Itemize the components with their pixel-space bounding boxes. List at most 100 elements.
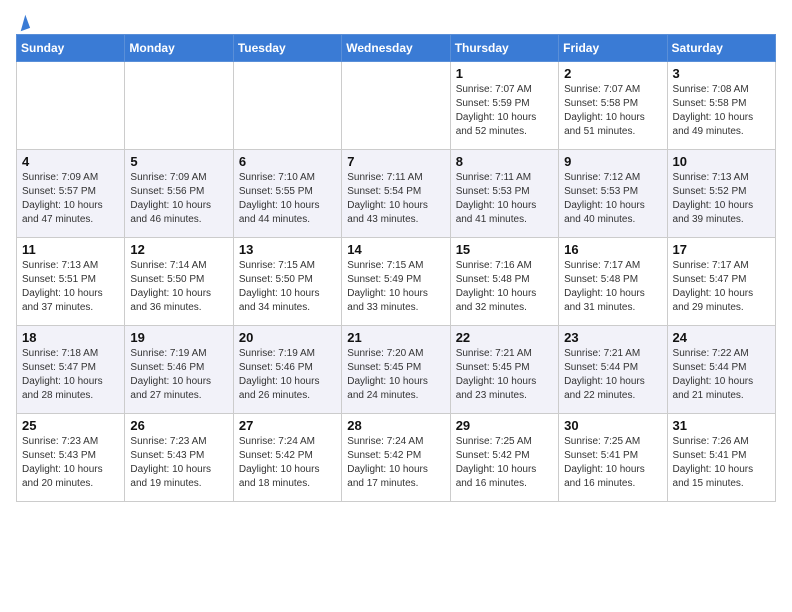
calendar-cell: 17 Sunrise: 7:17 AMSunset: 5:47 PMDayligh…: [667, 238, 775, 326]
day-info: Sunrise: 7:17 AMSunset: 5:48 PMDaylight:…: [564, 259, 661, 315]
day-number: 8: [456, 154, 553, 169]
weekday-header-sunday: Sunday: [17, 35, 125, 62]
day-number: 23: [564, 330, 661, 345]
day-number: 14: [347, 242, 444, 257]
calendar-cell: 21 Sunrise: 7:20 AMSunset: 5:45 PMDayligh…: [342, 326, 450, 414]
calendar-cell: 2 Sunrise: 7:07 AMSunset: 5:58 PMDaylight…: [559, 62, 667, 150]
calendar-cell: 5 Sunrise: 7:09 AMSunset: 5:56 PMDaylight…: [125, 150, 233, 238]
calendar-cell: [125, 62, 233, 150]
day-info: Sunrise: 7:26 AMSunset: 5:41 PMDaylight:…: [673, 435, 770, 491]
day-number: 28: [347, 418, 444, 433]
calendar-cell: 13 Sunrise: 7:15 AMSunset: 5:50 PMDayligh…: [233, 238, 341, 326]
day-info: Sunrise: 7:20 AMSunset: 5:45 PMDaylight:…: [347, 347, 444, 403]
day-info: Sunrise: 7:24 AMSunset: 5:42 PMDaylight:…: [347, 435, 444, 491]
day-number: 26: [130, 418, 227, 433]
calendar-cell: 29Sunrise: 7:25 AMSunset: 5:42 PMDayligh…: [450, 414, 558, 502]
day-number: 1: [456, 66, 553, 81]
calendar-cell: 7 Sunrise: 7:11 AMSunset: 5:54 PMDaylight…: [342, 150, 450, 238]
day-number: 29: [456, 418, 553, 433]
calendar-cell: [342, 62, 450, 150]
day-info: Sunrise: 7:15 AMSunset: 5:49 PMDaylight:…: [347, 259, 444, 315]
day-number: 4: [22, 154, 119, 169]
weekday-header-friday: Friday: [559, 35, 667, 62]
day-info: Sunrise: 7:12 AMSunset: 5:53 PMDaylight:…: [564, 171, 661, 227]
calendar-cell: 16 Sunrise: 7:17 AMSunset: 5:48 PMDayligh…: [559, 238, 667, 326]
day-info: Sunrise: 7:16 AMSunset: 5:48 PMDaylight:…: [456, 259, 553, 315]
calendar-cell: 26 Sunrise: 7:23 AMSunset: 5:43 PMDayligh…: [125, 414, 233, 502]
day-number: 19: [130, 330, 227, 345]
day-number: 3: [673, 66, 770, 81]
calendar-cell: 23 Sunrise: 7:21 AMSunset: 5:44 PMDayligh…: [559, 326, 667, 414]
day-info: Sunrise: 7:25 AMSunset: 5:41 PMDaylight:…: [564, 435, 661, 491]
day-info: Sunrise: 7:13 AMSunset: 5:51 PMDaylight:…: [22, 259, 119, 315]
logo-bird-icon: [16, 15, 30, 32]
day-info: Sunrise: 7:09 AMSunset: 5:56 PMDaylight:…: [130, 171, 227, 227]
day-number: 22: [456, 330, 553, 345]
calendar-cell: 10Sunrise: 7:13 AMSunset: 5:52 PMDayligh…: [667, 150, 775, 238]
calendar-cell: 14 Sunrise: 7:15 AMSunset: 5:49 PMDayligh…: [342, 238, 450, 326]
calendar-cell: 22 Sunrise: 7:21 AMSunset: 5:45 PMDayligh…: [450, 326, 558, 414]
weekday-header-saturday: Saturday: [667, 35, 775, 62]
day-number: 17: [673, 242, 770, 257]
day-number: 9: [564, 154, 661, 169]
day-info: Sunrise: 7:24 AMSunset: 5:42 PMDaylight:…: [239, 435, 336, 491]
calendar-cell: 4 Sunrise: 7:09 AMSunset: 5:57 PMDaylight…: [17, 150, 125, 238]
day-number: 21: [347, 330, 444, 345]
day-info: Sunrise: 7:21 AMSunset: 5:45 PMDaylight:…: [456, 347, 553, 403]
logo: [16, 16, 28, 26]
day-info: Sunrise: 7:23 AMSunset: 5:43 PMDaylight:…: [130, 435, 227, 491]
calendar-cell: [17, 62, 125, 150]
day-number: 16: [564, 242, 661, 257]
day-info: Sunrise: 7:18 AMSunset: 5:47 PMDaylight:…: [22, 347, 119, 403]
day-number: 11: [22, 242, 119, 257]
day-info: Sunrise: 7:08 AMSunset: 5:58 PMDaylight:…: [673, 83, 770, 139]
day-info: Sunrise: 7:11 AMSunset: 5:53 PMDaylight:…: [456, 171, 553, 227]
calendar-cell: 19 Sunrise: 7:19 AMSunset: 5:46 PMDayligh…: [125, 326, 233, 414]
day-number: 6: [239, 154, 336, 169]
day-number: 20: [239, 330, 336, 345]
calendar-cell: 8 Sunrise: 7:11 AMSunset: 5:53 PMDaylight…: [450, 150, 558, 238]
calendar-table: SundayMondayTuesdayWednesdayThursdayFrid…: [16, 34, 776, 502]
weekday-header-thursday: Thursday: [450, 35, 558, 62]
calendar-cell: 27 Sunrise: 7:24 AMSunset: 5:42 PMDayligh…: [233, 414, 341, 502]
day-info: Sunrise: 7:19 AMSunset: 5:46 PMDaylight:…: [239, 347, 336, 403]
day-number: 2: [564, 66, 661, 81]
day-number: 10: [673, 154, 770, 169]
day-info: Sunrise: 7:21 AMSunset: 5:44 PMDaylight:…: [564, 347, 661, 403]
calendar-cell: 9 Sunrise: 7:12 AMSunset: 5:53 PMDaylight…: [559, 150, 667, 238]
calendar-cell: 28 Sunrise: 7:24 AMSunset: 5:42 PMDayligh…: [342, 414, 450, 502]
header: [16, 16, 776, 26]
day-info: Sunrise: 7:09 AMSunset: 5:57 PMDaylight:…: [22, 171, 119, 227]
day-number: 12: [130, 242, 227, 257]
day-number: 24: [673, 330, 770, 345]
day-number: 31: [673, 418, 770, 433]
day-number: 13: [239, 242, 336, 257]
day-number: 27: [239, 418, 336, 433]
calendar-cell: 30Sunrise: 7:25 AMSunset: 5:41 PMDayligh…: [559, 414, 667, 502]
day-info: Sunrise: 7:19 AMSunset: 5:46 PMDaylight:…: [130, 347, 227, 403]
calendar-cell: 3 Sunrise: 7:08 AMSunset: 5:58 PMDaylight…: [667, 62, 775, 150]
weekday-header-monday: Monday: [125, 35, 233, 62]
calendar-cell: 6 Sunrise: 7:10 AMSunset: 5:55 PMDaylight…: [233, 150, 341, 238]
day-number: 25: [22, 418, 119, 433]
day-info: Sunrise: 7:22 AMSunset: 5:44 PMDaylight:…: [673, 347, 770, 403]
calendar-cell: [233, 62, 341, 150]
day-number: 7: [347, 154, 444, 169]
calendar-cell: 25Sunrise: 7:23 AMSunset: 5:43 PMDayligh…: [17, 414, 125, 502]
calendar-cell: 20 Sunrise: 7:19 AMSunset: 5:46 PMDayligh…: [233, 326, 341, 414]
day-info: Sunrise: 7:11 AMSunset: 5:54 PMDaylight:…: [347, 171, 444, 227]
day-number: 15: [456, 242, 553, 257]
calendar-cell: 31 Sunrise: 7:26 AMSunset: 5:41 PMDayligh…: [667, 414, 775, 502]
day-info: Sunrise: 7:17 AMSunset: 5:47 PMDaylight:…: [673, 259, 770, 315]
day-info: Sunrise: 7:10 AMSunset: 5:55 PMDaylight:…: [239, 171, 336, 227]
calendar-cell: 11 Sunrise: 7:13 AMSunset: 5:51 PMDayligh…: [17, 238, 125, 326]
day-info: Sunrise: 7:07 AMSunset: 5:58 PMDaylight:…: [564, 83, 661, 139]
day-number: 18: [22, 330, 119, 345]
day-info: Sunrise: 7:15 AMSunset: 5:50 PMDaylight:…: [239, 259, 336, 315]
day-number: 5: [130, 154, 227, 169]
calendar-cell: 24 Sunrise: 7:22 AMSunset: 5:44 PMDayligh…: [667, 326, 775, 414]
calendar-cell: 15 Sunrise: 7:16 AMSunset: 5:48 PMDayligh…: [450, 238, 558, 326]
weekday-header-tuesday: Tuesday: [233, 35, 341, 62]
day-info: Sunrise: 7:07 AMSunset: 5:59 PMDaylight:…: [456, 83, 553, 139]
weekday-header-wednesday: Wednesday: [342, 35, 450, 62]
